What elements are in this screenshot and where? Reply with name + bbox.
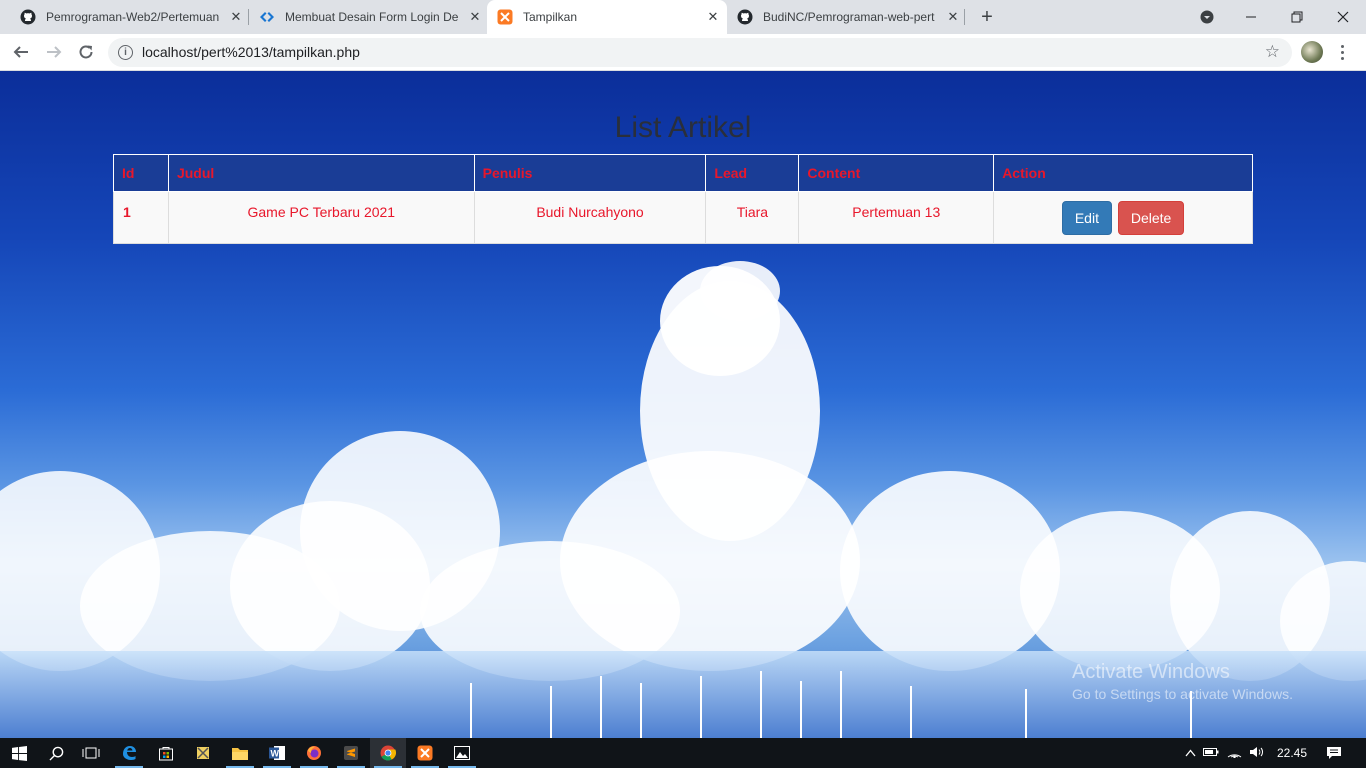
xampp-icon[interactable]: [407, 738, 443, 768]
store-icon[interactable]: [148, 738, 184, 768]
close-window-icon[interactable]: [1320, 0, 1366, 34]
github-icon: [20, 9, 36, 25]
info-icon[interactable]: i: [118, 45, 133, 60]
code-icon: [259, 9, 275, 25]
tab-strip: Pemrograman-Web2/Pertemuan ✕ Membuat Des…: [0, 0, 1366, 34]
search-icon[interactable]: [38, 738, 74, 768]
cell-lead: Tiara: [705, 191, 800, 244]
back-arrow-icon[interactable]: [9, 40, 33, 64]
more-menu-icon[interactable]: [1336, 40, 1348, 64]
tab-search-icon[interactable]: [1184, 0, 1230, 34]
windows-start-icon[interactable]: [0, 738, 38, 768]
xampp-icon: [497, 9, 513, 25]
restore-icon[interactable]: [1274, 0, 1320, 34]
new-tab-icon[interactable]: +: [976, 6, 998, 28]
url-text: localhost/pert%2013/tampilkan.php: [142, 44, 360, 60]
tab-separator: [248, 9, 249, 25]
chevron-up-icon[interactable]: [1181, 746, 1199, 760]
watermark-line1: Activate Windows: [1072, 661, 1230, 683]
wifi-icon[interactable]: [1223, 746, 1245, 761]
cell-id: 1: [113, 191, 169, 244]
system-tray: 22.45: [1181, 738, 1307, 768]
articles-table: Id Judul Penulis Lead Content Action 1 G…: [113, 154, 1253, 244]
close-tab-icon[interactable]: ✕: [705, 9, 721, 25]
address-bar[interactable]: i localhost/pert%2013/tampilkan.php ☆: [108, 38, 1292, 67]
tab-title: Tampilkan: [523, 10, 578, 24]
tab-membuat-desain[interactable]: Membuat Desain Form Login Der ✕: [251, 0, 483, 34]
close-tab-icon[interactable]: ✕: [228, 9, 244, 25]
table-header-row: Id Judul Penulis Lead Content Action: [113, 154, 1253, 192]
cell-judul: Game PC Terbaru 2021: [167, 191, 475, 244]
close-tab-icon[interactable]: ✕: [945, 9, 961, 25]
notification-center-icon[interactable]: [1316, 738, 1352, 768]
delete-button[interactable]: Delete: [1117, 201, 1185, 235]
task-view-icon[interactable]: [73, 738, 109, 768]
page-title: List Artikel: [614, 111, 752, 144]
tab-tampilkan[interactable]: Tampilkan ✕: [487, 0, 727, 34]
edge-icon[interactable]: [111, 738, 147, 768]
photos-icon[interactable]: [444, 738, 480, 768]
cell-action: Edit Delete: [993, 191, 1253, 244]
tab-title: Pemrograman-Web2/Pertemuan: [46, 10, 220, 24]
column-header-penulis: Penulis: [473, 154, 707, 192]
github-icon: [737, 9, 753, 25]
word-icon[interactable]: W: [259, 738, 295, 768]
forward-arrow-icon[interactable]: [42, 40, 66, 64]
tab-pemrograman-web2[interactable]: Pemrograman-Web2/Pertemuan ✕: [12, 0, 244, 34]
column-header-action: Action: [993, 154, 1253, 192]
edit-button[interactable]: Edit: [1061, 201, 1112, 235]
profile-avatar[interactable]: [1301, 41, 1323, 63]
column-header-lead: Lead: [705, 154, 800, 192]
windows-taskbar: W 22.45: [0, 738, 1366, 768]
page-viewport: List Artikel Id Judul Penulis Lead Conte…: [0, 71, 1366, 738]
column-header-judul: Judul: [167, 154, 475, 192]
watermark-line2: Go to Settings to activate Windows.: [1072, 686, 1293, 702]
volume-icon[interactable]: [1245, 746, 1267, 761]
activate-windows-watermark: Activate Windows Go to Settings to activ…: [1072, 661, 1293, 702]
chrome-icon[interactable]: [370, 738, 406, 768]
tab-separator: [964, 9, 965, 25]
snipping-tool-icon[interactable]: [185, 738, 221, 768]
reload-icon[interactable]: [74, 40, 98, 64]
minimize-icon[interactable]: [1228, 0, 1274, 34]
bookmark-star-icon[interactable]: ☆: [1265, 42, 1280, 62]
file-explorer-icon[interactable]: [222, 738, 258, 768]
tab-title: Membuat Desain Form Login Der: [285, 10, 459, 24]
close-tab-icon[interactable]: ✕: [467, 9, 483, 25]
tab-budinc-repo[interactable]: BudiNC/Pemrograman-web-pert ✕: [729, 0, 961, 34]
tab-title: BudiNC/Pemrograman-web-pert: [763, 10, 935, 24]
column-header-id: Id: [113, 154, 169, 192]
browser-toolbar: i localhost/pert%2013/tampilkan.php ☆: [0, 34, 1366, 71]
table-row: 1 Game PC Terbaru 2021 Budi Nurcahyono T…: [113, 191, 1253, 244]
column-header-content: Content: [798, 154, 995, 192]
cell-penulis: Budi Nurcahyono: [473, 191, 707, 244]
battery-icon[interactable]: [1199, 746, 1223, 760]
firefox-icon[interactable]: [296, 738, 332, 768]
clock[interactable]: 22.45: [1277, 746, 1307, 760]
svg-text:W: W: [270, 749, 279, 759]
cell-content: Pertemuan 13: [798, 191, 995, 244]
sublime-text-icon[interactable]: [333, 738, 369, 768]
